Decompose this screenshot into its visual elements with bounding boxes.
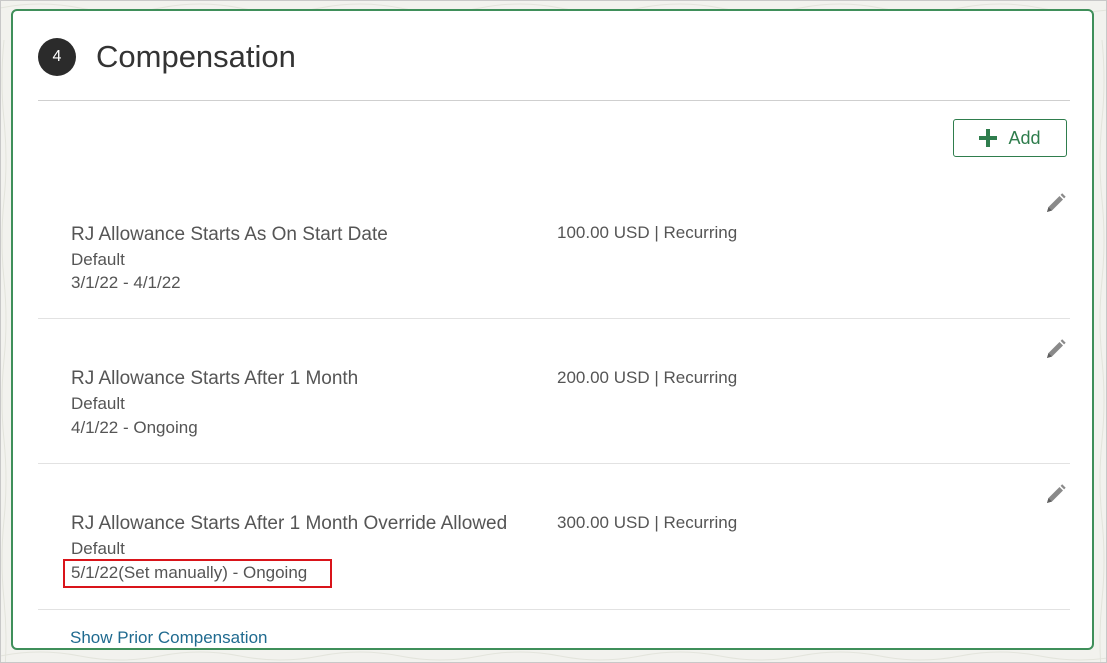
- pencil-icon[interactable]: [1044, 339, 1066, 361]
- add-button[interactable]: Add: [953, 119, 1067, 157]
- compensation-amount: 200.00 USD | Recurring: [557, 368, 738, 387]
- compensation-plan: Default: [71, 394, 125, 413]
- section-title: Compensation: [96, 39, 296, 74]
- compensation-name: RJ Allowance Starts After 1 Month: [71, 368, 359, 389]
- compensation-name: RJ Allowance Starts As On Start Date: [71, 224, 388, 245]
- compensation-name: RJ Allowance Starts After 1 Month Overri…: [71, 513, 508, 534]
- compensation-section-card: 4 Compensation Add RJ Allowance Starts A…: [11, 9, 1094, 650]
- plus-icon: [979, 129, 998, 147]
- add-button-label: Add: [1008, 127, 1041, 148]
- compensation-plan: Default: [71, 539, 125, 558]
- compensation-dates: 3/1/22 - 4/1/22: [71, 273, 181, 292]
- compensation-item: RJ Allowance Starts As On Start Date Def…: [38, 173, 1070, 319]
- compensation-item: RJ Allowance Starts After 1 Month Overri…: [38, 464, 1070, 610]
- title-divider: [38, 100, 1070, 101]
- pencil-icon[interactable]: [1044, 484, 1066, 506]
- compensation-amount: 100.00 USD | Recurring: [557, 223, 738, 242]
- pencil-icon[interactable]: [1044, 193, 1066, 215]
- highlight-annotation: [63, 559, 332, 588]
- compensation-amount: 300.00 USD | Recurring: [557, 513, 738, 532]
- show-prior-compensation-link[interactable]: Show Prior Compensation: [70, 628, 267, 648]
- step-number-badge: 4: [38, 38, 76, 76]
- compensation-plan: Default: [71, 250, 125, 269]
- compensation-item: RJ Allowance Starts After 1 Month Defaul…: [38, 319, 1070, 464]
- compensation-dates: 4/1/22 - Ongoing: [71, 418, 198, 437]
- row-divider: [38, 609, 1070, 610]
